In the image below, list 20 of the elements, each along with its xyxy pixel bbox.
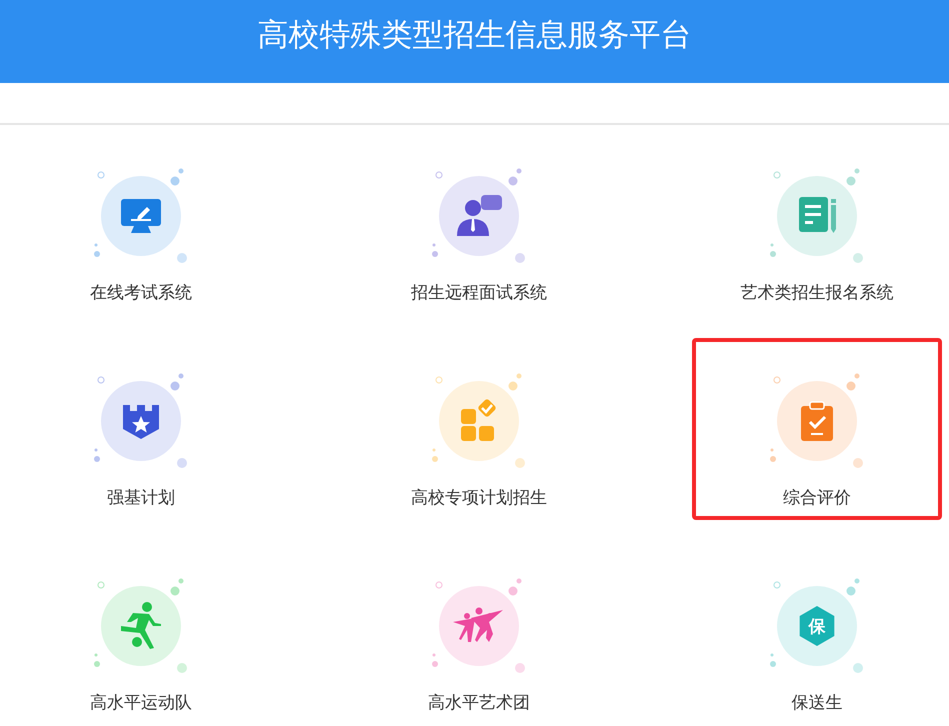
service-tile[interactable]: 综合评价	[692, 338, 942, 520]
service-label: 艺术类招生报名系统	[740, 282, 894, 304]
service-tile[interactable]: 艺术类招生报名系统	[692, 133, 942, 315]
service-label: 高校专项计划招生	[411, 487, 547, 509]
service-label: 保送生	[792, 692, 842, 714]
service-tile[interactable]: 强基计划	[16, 338, 266, 520]
service-label: 综合评价	[783, 487, 851, 509]
page-title: 高校特殊类型招生信息服务平台	[258, 16, 692, 54]
service-tile[interactable]: 在线考试系统	[16, 133, 266, 315]
service-tile[interactable]: 招生远程面试系统	[354, 133, 604, 315]
service-tile[interactable]: 高水平艺术团	[354, 543, 604, 725]
service-tile[interactable]: 保 保送生	[692, 543, 942, 725]
service-tile[interactable]: 高水平运动队	[16, 543, 266, 725]
service-label: 招生远程面试系统	[411, 282, 547, 304]
service-label: 高水平艺术团	[428, 692, 530, 714]
service-label: 在线考试系统	[90, 282, 192, 304]
service-tile[interactable]: 高校专项计划招生	[354, 338, 604, 520]
badge-text: 保	[808, 616, 826, 638]
service-label: 强基计划	[107, 487, 175, 509]
service-label: 高水平运动队	[90, 692, 192, 714]
